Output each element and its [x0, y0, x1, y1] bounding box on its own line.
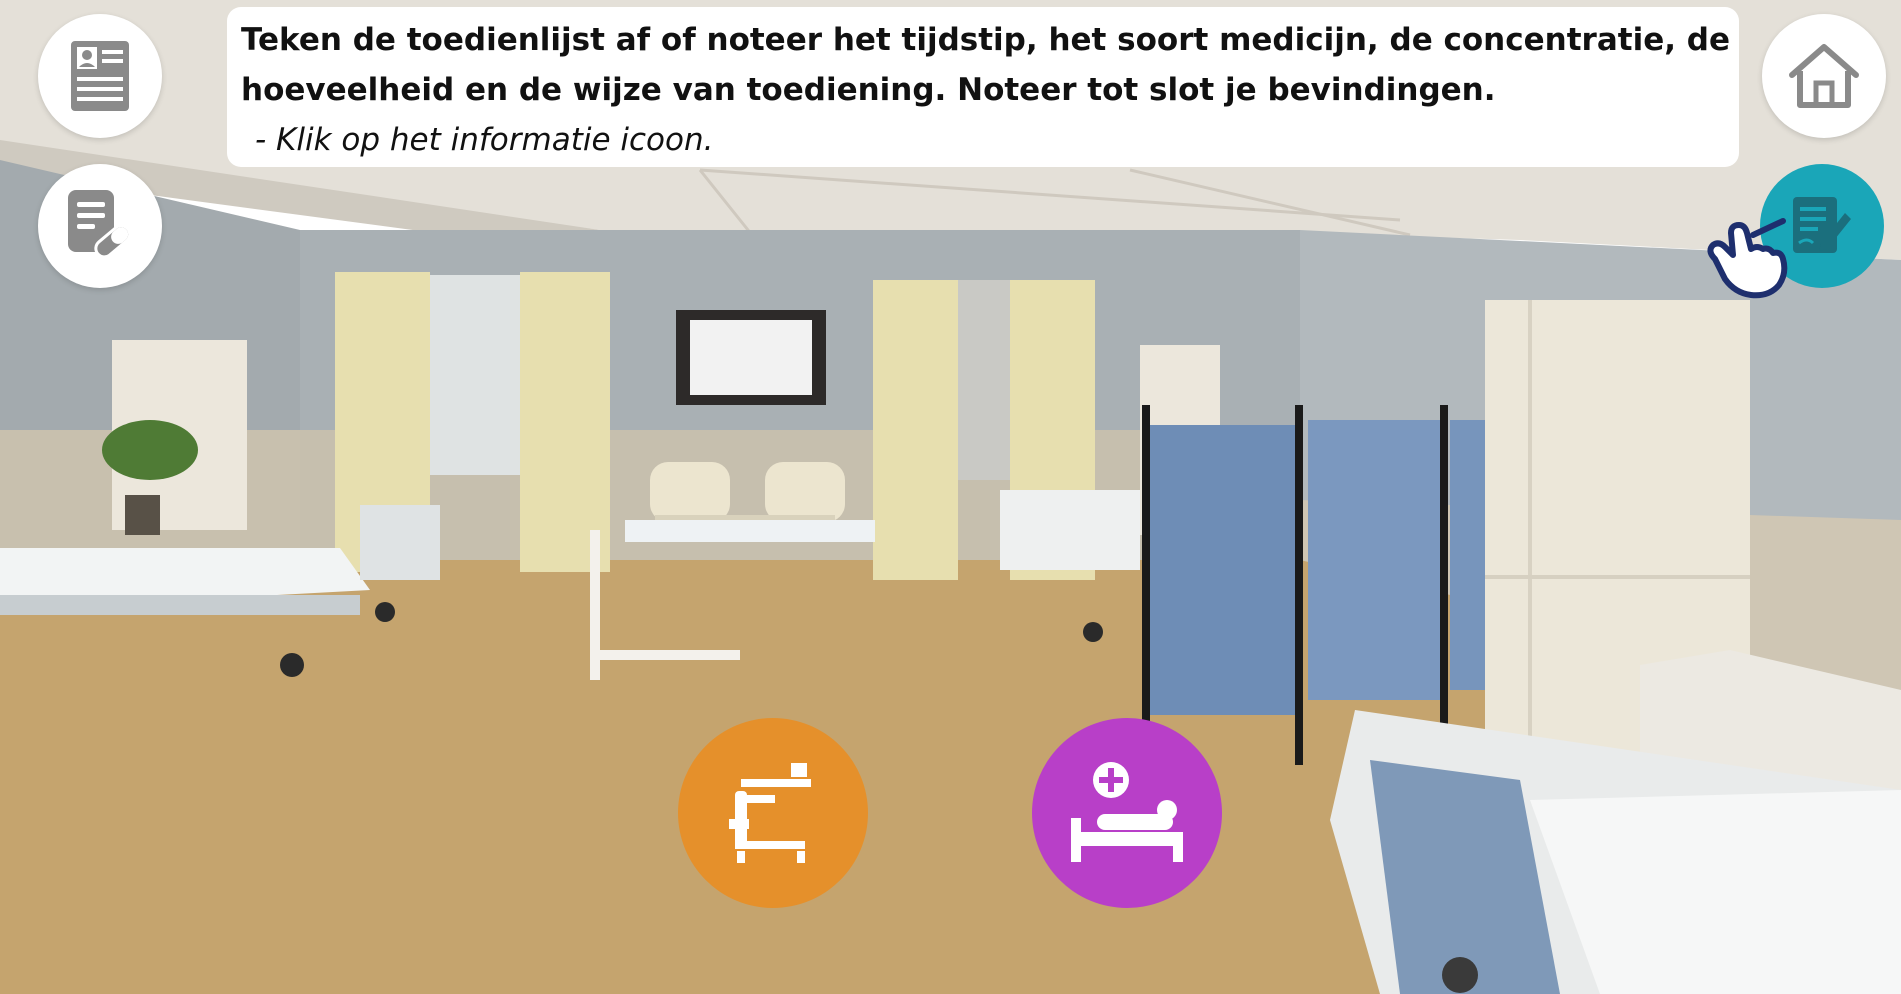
patient-bed-icon	[1071, 762, 1183, 862]
home-icon	[1789, 44, 1859, 108]
patient-bed-hotspot[interactable]	[1032, 718, 1222, 908]
instruction-hint: - Klik op het informatie icoon.	[255, 122, 714, 158]
medication-list-button[interactable]	[38, 164, 162, 288]
instruction-line-1: Teken de toedienlijst af of noteer het t…	[241, 22, 1730, 58]
overbed-table-icon	[729, 763, 811, 863]
patient-file-icon	[71, 41, 129, 111]
notes-icon	[1793, 197, 1851, 253]
instruction-panel: Teken de toedienlijst af of noteer het t…	[227, 7, 1739, 167]
pointer-hand-icon	[1707, 218, 1788, 299]
instruction-line-2: hoeveelheid en de wijze van toediening. …	[241, 72, 1496, 108]
home-button[interactable]	[1762, 14, 1886, 138]
patient-file-button[interactable]	[38, 14, 162, 138]
overbed-table-hotspot[interactable]	[678, 718, 868, 908]
medication-list-icon	[68, 190, 132, 259]
